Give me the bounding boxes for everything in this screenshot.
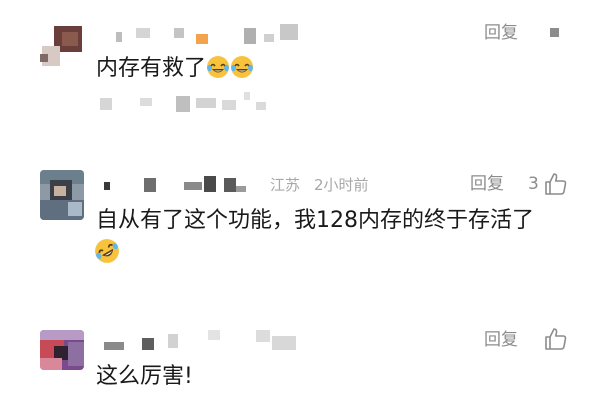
username-blurred[interactable] [104, 174, 254, 196]
comment-location: 江苏 [270, 176, 301, 194]
comment-text: 内存有救了 [96, 54, 254, 84]
avatar[interactable] [40, 330, 84, 370]
comment-text-body: 这么厉害! [96, 364, 193, 389]
username-blurred[interactable] [104, 24, 304, 46]
thumbs-up-icon[interactable] [543, 171, 569, 197]
avatar[interactable] [40, 24, 84, 68]
like-count: 3 [528, 174, 539, 194]
reply-button[interactable]: 回复 [484, 22, 518, 44]
more-icon[interactable] [550, 28, 559, 37]
thumbs-up-icon[interactable] [543, 326, 569, 352]
comment-text-body: 自从有了这个功能，我128内存的终于存活了 [96, 208, 534, 233]
avatar[interactable] [40, 170, 84, 220]
comment-text: 自从有了这个功能，我128内存的终于存活了 [96, 206, 534, 236]
tears-of-joy-emoji [207, 56, 230, 78]
comment-text: 这么厉害! [96, 362, 193, 392]
tears-of-joy-emoji [231, 56, 254, 78]
username-blurred[interactable] [104, 330, 304, 352]
comment-time: 2小时前 [314, 176, 369, 194]
reply-button[interactable]: 回复 [484, 329, 518, 351]
comment-emoji-line [94, 238, 120, 269]
reply-button[interactable]: 回复 [470, 173, 504, 195]
comment-text-body: 内存有救了 [96, 56, 207, 81]
comment-list: 回复 内存有救了 江苏 2小时前 回复 3 自从有了这个功能，我128内存的终于… [0, 0, 600, 402]
rofl-emoji [95, 239, 119, 263]
